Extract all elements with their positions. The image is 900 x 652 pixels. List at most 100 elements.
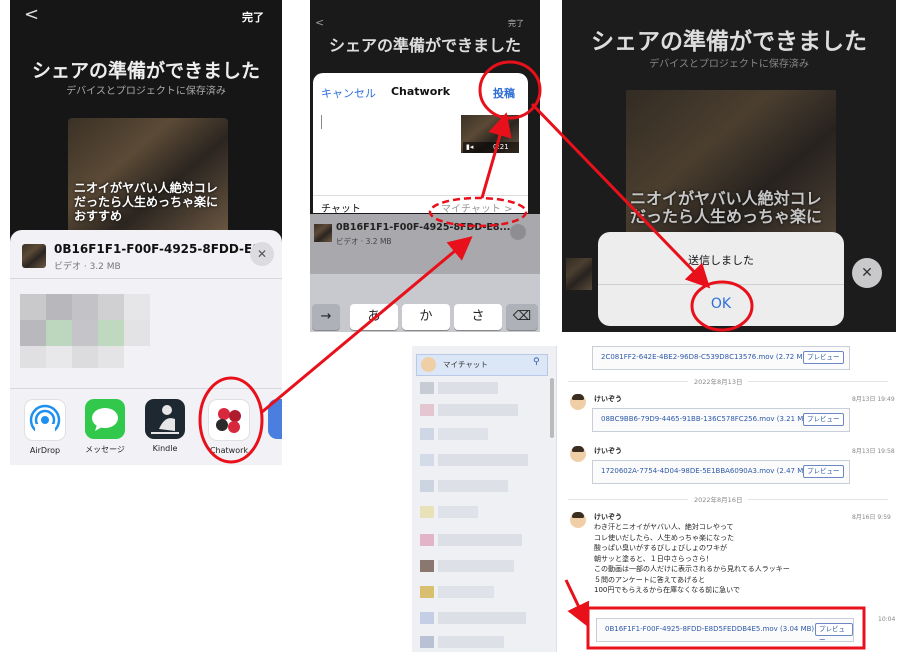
message-line: わき汗とニオイがヤバい人、絶対コレやって: [594, 523, 734, 531]
kindle-icon: [145, 399, 185, 439]
user-name[interactable]: けいぞう: [594, 394, 622, 404]
chat-value[interactable]: マイチャット >: [441, 200, 512, 215]
avatar[interactable]: [570, 394, 586, 410]
close-icon[interactable]: ✕: [852, 258, 882, 288]
share-apps-row: AirDrop メッセージ Kindle Chatwork: [10, 388, 282, 465]
file-attachment[interactable]: 0B16F1F1-F00F-4925-8FDD-E8D5FEDDB4E5.mov…: [596, 618, 854, 644]
key-a[interactable]: あ: [350, 304, 398, 330]
back-icon[interactable]: <: [24, 4, 39, 25]
user-name[interactable]: けいぞう: [594, 512, 622, 522]
saved-subtitle: デバイスとプロジェクトに保存済み: [66, 86, 226, 97]
chat-sidebar: マイチャット ⚲: [412, 346, 557, 652]
close-icon[interactable]: ✕: [250, 242, 274, 266]
file-thumbnail-icon: [314, 224, 332, 242]
avatar: [421, 357, 436, 372]
text-cursor: [321, 115, 322, 129]
chatwork-icon: [208, 399, 250, 441]
share-screen-panel: < 完了 シェアの準備ができました デバイスとプロジェクトに保存済み ニオイがヤ…: [10, 0, 282, 465]
share-ready-title: シェアの準備ができました: [328, 36, 521, 55]
file-attachment[interactable]: 2C081FF2-642E-4BE2-96D8-C539D8C13576.mov…: [592, 346, 850, 370]
messages-label: メッセージ: [85, 445, 125, 454]
video-camera-icon: ▮◂: [466, 143, 474, 151]
message-line: コレ使いだしたら、人生めっちゃ楽になった: [594, 533, 734, 542]
sent-confirmation-panel: シェアの準備ができました デバイスとプロジェクトに保存済み ニオイがヤバい人絶対…: [562, 0, 896, 332]
saved-subtitle: デバイスとプロジェクトに保存済み: [649, 59, 809, 70]
sidebar-item-mychat[interactable]: マイチャット ⚲: [416, 354, 548, 376]
file-link[interactable]: 0B16F1F1-F00F-4925-8FDD-E8D5FEDDB4E5.mov…: [605, 625, 814, 633]
backspace-key[interactable]: ⌫: [506, 304, 538, 330]
date-separator: 2022年8月16日: [568, 494, 888, 504]
video-bar: ▮◂ 0:21: [463, 142, 519, 153]
message-time: 8月13日 19:49: [852, 396, 895, 403]
sent-alert: 送信しました OK: [598, 232, 844, 326]
file-meta: ビデオ · 3.2 MB: [54, 262, 121, 272]
date-label: 2022年8月16日: [688, 494, 749, 504]
chat-timeline: 2C081FF2-642E-4BE2-96D8-C539D8C13576.mov…: [562, 346, 896, 652]
video-duration: 0:21: [493, 143, 509, 151]
file-thumbnail-icon: [566, 258, 592, 290]
file-link[interactable]: 08BC9BB6-79D9-4465-91BB-136C578FC256.mov…: [601, 415, 811, 423]
message-body: わき汗とニオイがヤバい人、絶対コレやって コレ使いだしたら、人生めっちゃ楽になっ…: [594, 522, 790, 596]
avatar[interactable]: [570, 446, 586, 462]
message-line: 酸っぱい臭いがするびしょびしょのワキが: [594, 544, 727, 552]
share-ready-title: シェアの準備ができました: [31, 60, 260, 82]
date-label: 2022年8月13日: [688, 376, 749, 386]
preview-button[interactable]: プレビュー: [803, 351, 844, 364]
post-button[interactable]: 投稿: [493, 85, 515, 101]
blurred-contacts: [20, 294, 154, 372]
pin-icon[interactable]: ⚲: [533, 357, 540, 367]
video-thumbnail: ニオイがヤバい人絶対コレ だったら人生めっちゃ楽に おすすめ: [68, 118, 228, 238]
airdrop-label: AirDrop: [29, 446, 61, 455]
arrow-key[interactable]: →: [312, 304, 340, 330]
file-attachment[interactable]: 1720602A-7754-4D04-98DE-5E1BBA6090A3.mov…: [592, 460, 850, 484]
attachment-thumbnail: ▮◂ 0:21: [461, 115, 519, 153]
thumbnail-caption: ニオイがヤバい人絶対コレ だったら人生めっちゃ楽に おすすめ: [74, 181, 219, 223]
date-separator: 2022年8月13日: [568, 376, 888, 386]
file-meta: ビデオ · 3.2 MB: [336, 237, 392, 246]
japanese-keyboard: → あ か さ ⌫: [310, 274, 540, 332]
kindle-app[interactable]: Kindle: [142, 399, 188, 453]
sidebar-item-label: マイチャット: [443, 360, 488, 369]
close-icon[interactable]: [510, 224, 526, 240]
file-name: 0B16F1F1-F00F-4925-8FDD-E8...: [54, 242, 275, 256]
chatwork-desktop-panel: マイチャット ⚲ 2C081FF2-642E-4BE2-96D8-C539D8C…: [412, 346, 896, 652]
preview-button[interactable]: プレビュー: [803, 413, 844, 426]
messages-app[interactable]: メッセージ: [82, 399, 128, 455]
message-time: 10:04: [878, 616, 896, 623]
done-button[interactable]: 完了: [242, 9, 264, 25]
messages-icon: [85, 399, 125, 439]
share-sheet: 0B16F1F1-F00F-4925-8FDD-E8... ビデオ · 3.2 …: [10, 230, 282, 465]
message-line: 100円でもらえるから在庫なくなる前に急いで: [594, 586, 740, 594]
file-attachment[interactable]: 08BC9BB6-79D9-4465-91BB-136C578FC256.mov…: [592, 408, 850, 432]
user-name[interactable]: けいぞう: [594, 446, 622, 456]
share-ready-title: シェアの準備ができました: [591, 29, 867, 55]
message-time: 8月13日 19:58: [852, 448, 895, 455]
chatwork-post-panel: < 完了 シェアの準備ができました キャンセル Chatwork 投稿 ▮◂ 0…: [310, 0, 540, 332]
message-time: 8月16日 9:59: [852, 514, 891, 521]
share-sheet-behind: 0B16F1F1-F00F-4925-8FDD-E8... ビデオ · 3.2 …: [310, 214, 540, 274]
chatwork-label: Chatwork: [209, 446, 249, 455]
kindle-label: Kindle: [152, 444, 178, 453]
avatar[interactable]: [570, 512, 586, 528]
chat-select-row[interactable]: チャット マイチャット >: [313, 195, 528, 216]
alert-message: 送信しました: [688, 254, 754, 267]
key-ka[interactable]: か: [402, 304, 450, 330]
sidebar-scrollbar[interactable]: [550, 378, 554, 438]
ok-button[interactable]: OK: [598, 296, 844, 312]
divider: [10, 278, 282, 279]
message-line: 朝サッと塗ると、１日中さらっさら！: [594, 554, 713, 563]
preview-button[interactable]: プレビュー: [815, 623, 853, 644]
chatwork-post-dialog: キャンセル Chatwork 投稿 ▮◂ 0:21 チャット マイチャット >: [313, 73, 528, 216]
airdrop-app[interactable]: AirDrop: [22, 399, 68, 455]
thumbnail-caption: ニオイがヤバい人絶対コレ だったら人生めっちゃ楽に: [630, 189, 823, 227]
done-button[interactable]: 完了: [508, 18, 524, 29]
chatwork-app[interactable]: Chatwork: [206, 399, 252, 455]
file-link[interactable]: 2C081FF2-642E-4BE2-96D8-C539D8C13576.mov…: [601, 353, 810, 361]
message-line: この動画は一部の人だけに表示されるから見れてる人ラッキー: [594, 565, 790, 573]
next-app-icon: [268, 399, 282, 439]
airdrop-icon: [24, 399, 66, 441]
preview-button[interactable]: プレビュー: [803, 465, 844, 478]
file-link[interactable]: 1720602A-7754-4D04-98DE-5E1BBA6090A3.mov…: [601, 467, 811, 475]
back-icon[interactable]: <: [315, 16, 324, 29]
key-sa[interactable]: さ: [454, 304, 502, 330]
